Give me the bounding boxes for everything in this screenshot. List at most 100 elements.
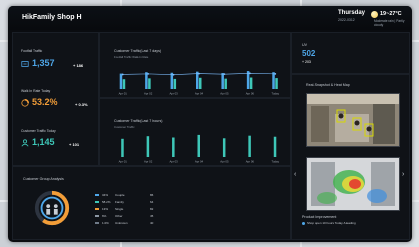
x-tick-label: Apr 06 (246, 160, 255, 164)
group-count: 45 (150, 214, 154, 218)
chart-bar (173, 78, 177, 89)
group-color-icon (95, 201, 99, 203)
group-row: 34% Couple 86 (95, 193, 295, 198)
prev-arrow-icon[interactable]: ‹ (294, 171, 296, 178)
group-percent: 1.0% (102, 221, 109, 225)
trend-point (121, 73, 124, 76)
date-text: 2022-0312 (338, 18, 355, 22)
temperature: 19~27°C (380, 11, 402, 17)
group-label: Couple (115, 193, 125, 197)
group-percent: 58.2% (102, 200, 111, 204)
chart-bar (221, 73, 224, 89)
kpi-customer-value: 1,145 (32, 137, 55, 147)
group-count: 40 (150, 221, 154, 225)
rate-icon (21, 99, 29, 107)
group-color-icon (95, 222, 99, 224)
dashboard-window: HikFamily Shop H Thursday 2022-0312 19~2… (8, 6, 412, 242)
group-percent: 34% (102, 193, 109, 197)
chart-bar (119, 73, 123, 89)
note-text: Shop open 10 hours Today /Heading (307, 221, 356, 225)
group-label: Family (115, 200, 124, 204)
heatmap-panel: Real-Snapshot & Heat Map ‹ › Product Imp… (291, 74, 410, 240)
chart-bar (275, 78, 278, 89)
kpi-walkin-label: Walk In Rate Today (21, 89, 51, 93)
chart-bar (148, 78, 151, 89)
weather-text: Moderate rain | Partly cloudy (374, 19, 405, 27)
x-tick-label: Apr 05 (220, 160, 229, 164)
traffic-7days-panel: Customer Traffic(Last 7 days) Footfall T… (99, 32, 291, 98)
uv-panel: UV 502 + 203 (291, 32, 410, 74)
chart-bar (199, 77, 202, 89)
x-tick-label: Apr 06 (246, 92, 255, 96)
x-tick-label: Apr 02 (144, 92, 153, 96)
x-tick-label: Apr 03 (169, 92, 178, 96)
note-title: Product Improvement (302, 215, 337, 219)
trend-point (147, 72, 150, 75)
group-table: 34% Couple 86 58.2% Family 64 13% Single 82 6% Oth… (95, 193, 285, 233)
group-count: 64 (150, 200, 154, 204)
chart-bar (145, 72, 148, 89)
heat-map-view[interactable] (306, 157, 400, 211)
group-percent: 6% (102, 214, 107, 218)
trend-point (223, 73, 226, 76)
chart-bar (222, 138, 226, 157)
uv-delta: + 203 (302, 60, 311, 64)
group-percent: 13% (102, 207, 109, 211)
heatmap-title: Real-Snapshot & Heat Map (306, 83, 350, 87)
chart-bar (172, 137, 175, 157)
traffic-7hours-panel: Customer Traffic(Last 7 hours) Customer … (99, 98, 291, 166)
x-tick-label: Apr 01 (119, 160, 128, 164)
chart-bar (121, 138, 124, 157)
page-title: HikFamily Shop H (22, 14, 82, 21)
trend-point (198, 72, 200, 75)
group-analysis-panel: Customer Group Analysis 34% Couple 86 58.2%… (12, 166, 291, 240)
group-color-icon (95, 208, 99, 210)
chart-bar (248, 135, 251, 157)
group-donut (34, 190, 70, 226)
group-row: 13% Single 82 (95, 207, 295, 212)
x-tick-label: Today (272, 160, 280, 164)
chart-bar (246, 71, 250, 89)
trend-point (248, 72, 251, 75)
group-row: 1.0% Unknown 40 (95, 221, 295, 226)
uv-value: 502 (302, 49, 316, 58)
kpi-footfall-label: Footfall Traffic (21, 49, 43, 53)
chart-bar (146, 136, 150, 157)
chart-bar (197, 134, 200, 157)
x-tick-label: Apr 04 (195, 92, 204, 96)
chart-legend: Customer Traffic (114, 125, 135, 129)
group-color-icon (95, 215, 99, 217)
chart-bar (224, 78, 227, 89)
camera-snapshot[interactable] (306, 93, 400, 147)
footfall-icon (21, 61, 29, 67)
x-tick-label: Today (272, 92, 280, 96)
group-row: 6% Other 45 (95, 214, 295, 219)
group-count: 82 (150, 207, 154, 211)
x-tick-label: Apr 02 (144, 160, 153, 164)
traffic-7hours-chart: Apr 01 Apr 02 Apr 03 Apr 04 Apr 05 Apr 06 Toda… (119, 134, 280, 164)
chart-bar (122, 79, 126, 89)
header-bar: HikFamily Shop H Thursday 2022-0312 19~2… (8, 6, 412, 30)
customer-icon (21, 139, 29, 147)
chart-title: Customer Traffic(Last 7 hours) (114, 119, 163, 123)
group-label: Unknown (115, 221, 128, 225)
traffic-7days-chart: Apr 01 Apr 02 Apr 03 Apr 04 Apr 05 Apr 06 Toda… (119, 71, 280, 96)
chart-bar (196, 71, 199, 89)
chart-bar (272, 72, 275, 89)
group-row: 58.2% Family 64 (95, 200, 295, 205)
trend-point (274, 72, 277, 75)
kpi-footfall-delta: + 186 (73, 63, 84, 68)
x-tick-label: Apr 04 (195, 160, 204, 164)
kpi-panel: Footfall Traffic 1,357 + 186 Walk In Rat… (12, 32, 99, 166)
group-label: Other (115, 214, 123, 218)
group-color-icon (95, 194, 99, 196)
x-tick-label: Apr 01 (119, 92, 128, 96)
note-dot-icon (302, 222, 305, 225)
group-count: 86 (150, 193, 154, 197)
x-tick-label: Apr 05 (220, 92, 229, 96)
x-tick-label: Apr 03 (169, 160, 178, 164)
kpi-walkin-value: 53.2% (32, 97, 58, 107)
next-arrow-icon[interactable]: › (402, 171, 404, 178)
chart-bar (170, 72, 174, 89)
weekday: Thursday (338, 10, 366, 16)
